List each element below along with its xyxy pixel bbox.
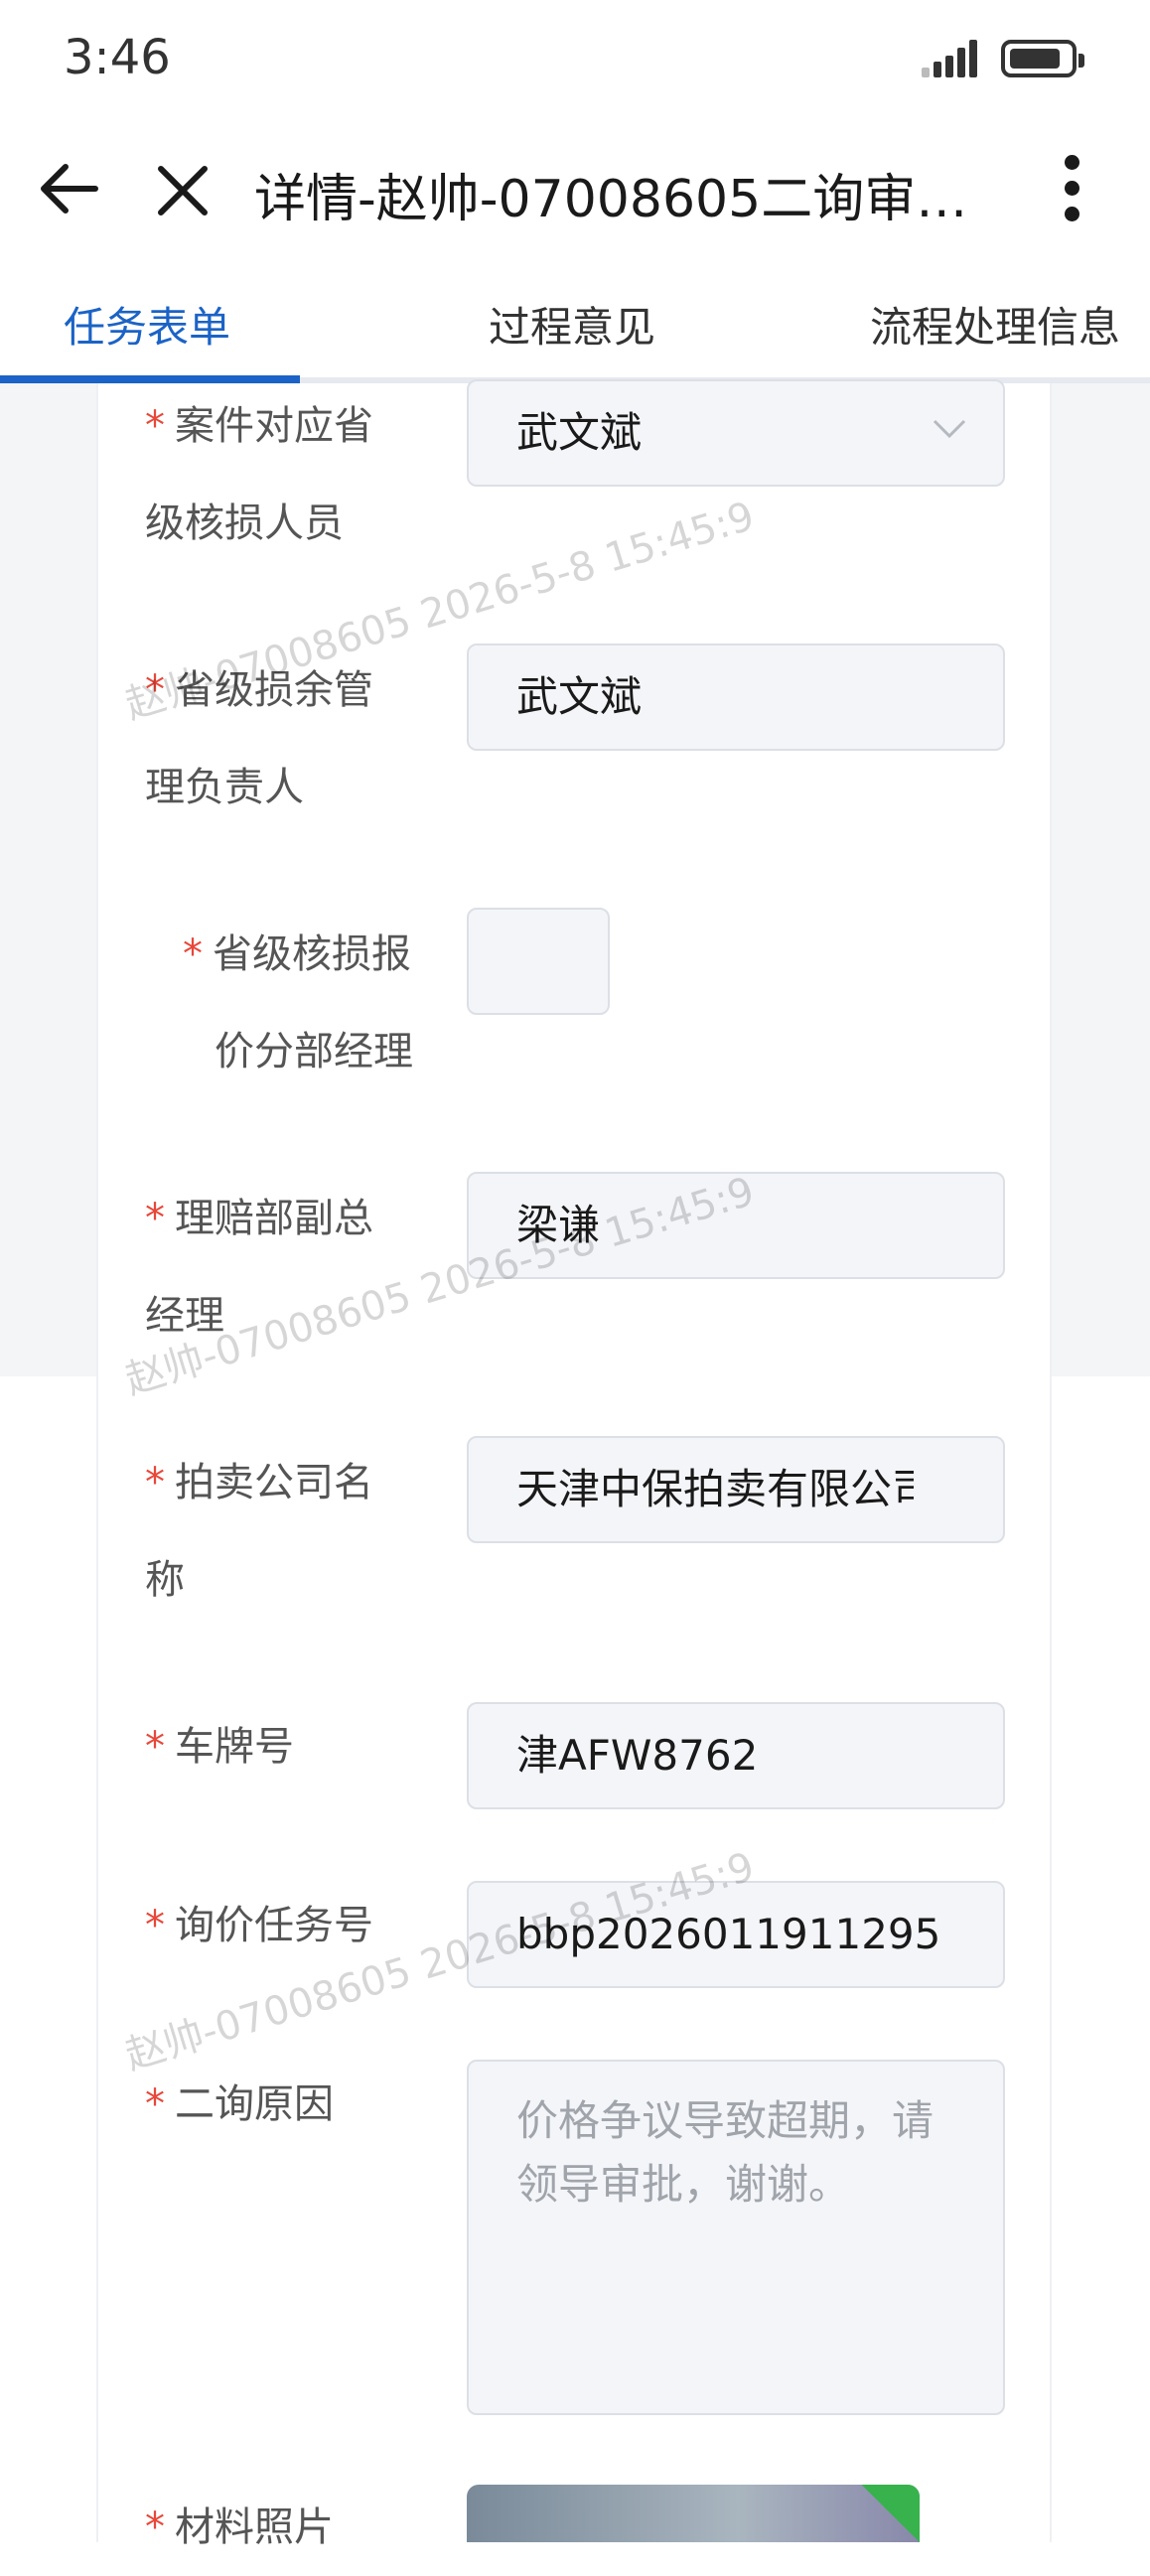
required-mark: *	[145, 1460, 165, 1505]
salvage-manager-field[interactable]: 武文斌	[467, 644, 1005, 751]
title-bar: 详情-赵帅-07008605二询审…	[0, 119, 1150, 258]
check-icon	[861, 2485, 920, 2542]
status-time: 3:46	[64, 30, 171, 85]
field-label: 理负责人	[145, 765, 304, 810]
field-value: bbp2026011911295	[516, 1910, 941, 1958]
required-mark: *	[145, 403, 165, 449]
required-mark: *	[145, 1196, 165, 1241]
signal-icon	[922, 38, 985, 77]
required-mark: *	[145, 2081, 165, 2127]
inspector-select[interactable]: 武文斌	[467, 379, 1005, 487]
page-title: 详情-赵帅-07008605二询审…	[254, 170, 968, 229]
auction-company-field[interactable]: 天津中保拍卖有限公司	[467, 1436, 1005, 1543]
field-label: * 材料照片	[145, 2504, 334, 2550]
required-mark: *	[183, 931, 203, 977]
field-label: 称	[145, 1557, 185, 1603]
status-bar: 3:46	[0, 0, 1150, 119]
reason-textarea[interactable]: 价格争议导致超期，请领导审批，谢谢。	[467, 2060, 1005, 2415]
field-label: * 拍卖公司名	[145, 1460, 373, 1505]
field-value: 梁谦	[516, 1201, 601, 1249]
plate-number-field[interactable]: 津AFW8762	[467, 1702, 1005, 1809]
tab-bar: 任务表单 过程意见 流程处理信息	[0, 258, 1150, 383]
tab-flow-info[interactable]: 流程处理信息	[870, 294, 1120, 355]
field-label: * 案件对应省	[145, 403, 373, 449]
required-mark: *	[145, 1724, 165, 1770]
field-label: * 省级核损报	[183, 931, 411, 977]
field-value: 天津中保拍卖有限公司	[516, 1465, 914, 1513]
back-arrow-icon[interactable]	[36, 159, 105, 218]
tab-task-form[interactable]: 任务表单	[64, 294, 230, 355]
field-label: 级核损人员	[145, 501, 344, 546]
required-mark: *	[145, 667, 165, 713]
field-label: * 理赔部副总	[145, 1196, 373, 1241]
field-value: 武文斌	[516, 672, 643, 721]
required-mark: *	[145, 2504, 165, 2550]
required-mark: *	[145, 1903, 165, 1948]
field-label: 价分部经理	[215, 1029, 413, 1074]
field-label: * 省级损余管	[145, 667, 373, 713]
claims-deputy-manager-field[interactable]: 梁谦	[467, 1172, 1005, 1279]
field-value: 津AFW8762	[516, 1731, 759, 1780]
chevron-down-icon	[933, 419, 966, 439]
inquiry-task-number-field[interactable]: bbp2026011911295	[467, 1881, 1005, 1988]
more-vertical-icon[interactable]	[1053, 153, 1092, 224]
field-label: 经理	[145, 1293, 224, 1339]
field-label: * 询价任务号	[145, 1903, 373, 1948]
field-value: 武文斌	[516, 408, 643, 457]
field-label: * 二询原因	[145, 2081, 334, 2127]
textarea-value: 价格争议导致超期，请领导审批，谢谢。	[516, 2096, 934, 2209]
field-label: * 车牌号	[145, 1724, 294, 1770]
battery-icon	[1001, 40, 1084, 77]
material-photo-thumbnail[interactable]	[467, 2485, 920, 2542]
quote-branch-manager-field[interactable]	[467, 908, 610, 1015]
close-icon[interactable]	[151, 159, 215, 222]
tab-process-opinions[interactable]: 过程意见	[489, 294, 655, 355]
